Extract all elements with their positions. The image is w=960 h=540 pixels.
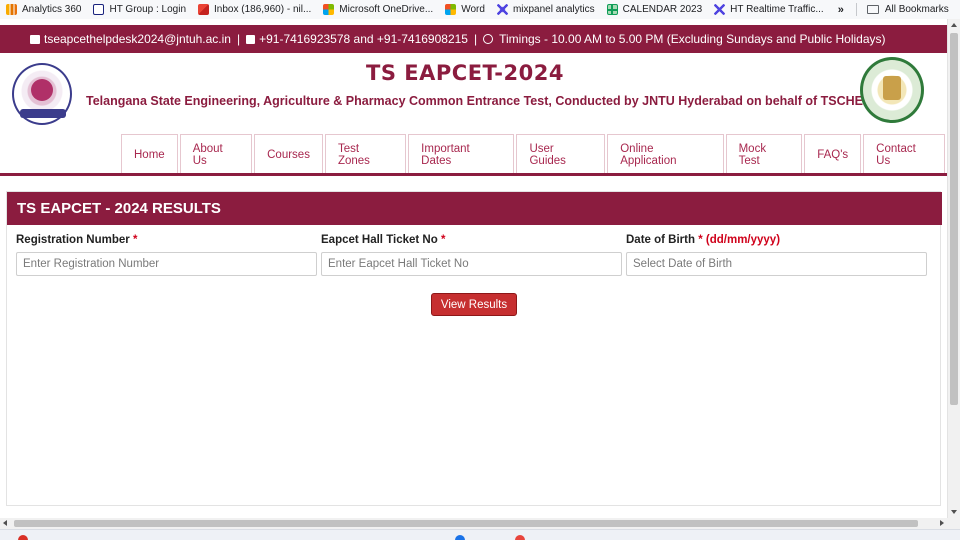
helpdesk-timings: Timings - 10.00 AM to 5.00 PM (Excluding… — [499, 32, 886, 46]
bookmark-inbox[interactable]: Inbox (186,960) - nil... — [192, 0, 317, 19]
taskbar-app-icon[interactable] — [515, 535, 525, 540]
clock-icon — [483, 34, 494, 44]
main-nav: Home About Us Courses Test Zones Importa… — [121, 134, 947, 174]
registration-number-input[interactable] — [16, 252, 317, 276]
microsoft-icon — [445, 4, 457, 15]
page-content: tseapcethelpdesk2024@jntuh.ac.in | +91-7… — [0, 19, 947, 518]
bookmark-ht-realtime[interactable]: HT Realtime Traffic... — [708, 0, 830, 19]
nav-faqs[interactable]: FAQ's — [804, 134, 862, 174]
horizontal-scrollbar[interactable] — [0, 518, 947, 529]
required-marker: * — [440, 234, 446, 246]
analytics-icon — [6, 4, 17, 15]
nav-test-zones[interactable]: Test Zones — [324, 134, 407, 174]
scroll-left-icon[interactable] — [3, 520, 7, 526]
bookmark-mixpanel[interactable]: mixpanel analytics — [491, 0, 601, 19]
results-heading: TS EAPCET - 2024 RESULTS — [7, 192, 942, 225]
hall-ticket-input[interactable] — [321, 252, 622, 276]
folder-icon — [866, 5, 879, 14]
taskbar-app-icon[interactable] — [455, 535, 465, 540]
contact-bar: tseapcethelpdesk2024@jntuh.ac.in | +91-7… — [0, 25, 947, 53]
dob-label: Date of Birth * (dd/mm/yyyy) — [626, 234, 781, 246]
gmail-icon — [198, 4, 210, 15]
bookmark-word[interactable]: Word — [439, 0, 491, 19]
taskbar — [0, 529, 960, 540]
bookmark-ht-group-login[interactable]: HT Group : Login — [87, 0, 192, 19]
vertical-scroll-thumb[interactable] — [950, 33, 958, 405]
site-header: TS EAPCET-2024 Telangana State Engineeri… — [0, 53, 947, 135]
scroll-down-icon[interactable] — [951, 510, 957, 514]
bookmarks-divider — [855, 3, 857, 16]
nav-about-us[interactable]: About Us — [179, 134, 253, 174]
mixpanel-icon — [496, 4, 508, 15]
dob-field-group: Date of Birth * (dd/mm/yyyy) — [626, 234, 927, 276]
nav-mock-test[interactable]: Mock Test — [725, 134, 803, 174]
hall-ticket-field-group: Eapcet Hall Ticket No * — [321, 234, 622, 276]
bookmark-onedrive[interactable]: Microsoft OneDrive... — [317, 0, 439, 19]
bookmarks-bar: Analytics 360 HT Group : Login Inbox (18… — [0, 0, 960, 19]
registration-label: Registration Number * — [16, 234, 138, 246]
taskbar-app-icon[interactable] — [18, 535, 28, 540]
bookmark-analytics-360[interactable]: Analytics 360 — [0, 0, 87, 19]
helpdesk-email[interactable]: tseapcethelpdesk2024@jntuh.ac.in — [44, 32, 231, 46]
mixpanel-icon — [714, 4, 726, 15]
site-title: TS EAPCET-2024 — [366, 61, 564, 85]
vertical-scrollbar[interactable] — [947, 19, 960, 518]
registration-field-group: Registration Number * — [16, 234, 317, 276]
phone-icon — [246, 34, 256, 44]
d-square-icon — [93, 4, 105, 15]
scrollbar-corner — [947, 518, 960, 529]
bookmark-calendar-2023[interactable]: CALENDAR 2023 — [601, 0, 708, 19]
more-bookmarks-button[interactable]: » — [830, 4, 852, 16]
nav-underline — [0, 173, 947, 176]
envelope-icon — [30, 34, 40, 44]
nav-courses[interactable]: Courses — [254, 134, 323, 174]
helpdesk-phones: +91-7416923578 and +91-7416908215 — [259, 32, 468, 46]
nav-user-guides[interactable]: User Guides — [516, 134, 606, 174]
results-panel: TS EAPCET - 2024 RESULTS Registration Nu… — [6, 191, 942, 506]
hall-ticket-label: Eapcet Hall Ticket No * — [321, 234, 446, 246]
sheets-icon — [606, 4, 618, 15]
nav-online-application[interactable]: Online Application — [607, 134, 724, 174]
scroll-right-icon[interactable] — [940, 520, 944, 526]
contact-divider: | — [236, 32, 241, 46]
nav-important-dates[interactable]: Important Dates — [408, 134, 515, 174]
all-bookmarks-button[interactable]: All Bookmarks — [861, 0, 955, 19]
contact-divider: | — [473, 32, 478, 46]
scroll-up-icon[interactable] — [951, 23, 957, 27]
required-marker: * — [698, 234, 703, 246]
tsche-logo — [860, 57, 924, 123]
view-results-button[interactable]: View Results — [431, 293, 517, 316]
microsoft-icon — [323, 4, 335, 15]
site-subtitle: Telangana State Engineering, Agriculture… — [86, 94, 863, 108]
required-marker: * — [132, 234, 138, 246]
horizontal-scroll-thumb[interactable] — [14, 520, 918, 527]
nav-contact-us[interactable]: Contact Us — [863, 134, 945, 174]
date-of-birth-input[interactable] — [626, 252, 927, 276]
nav-home[interactable]: Home — [121, 134, 178, 174]
dob-format-hint: (dd/mm/yyyy) — [705, 234, 781, 246]
